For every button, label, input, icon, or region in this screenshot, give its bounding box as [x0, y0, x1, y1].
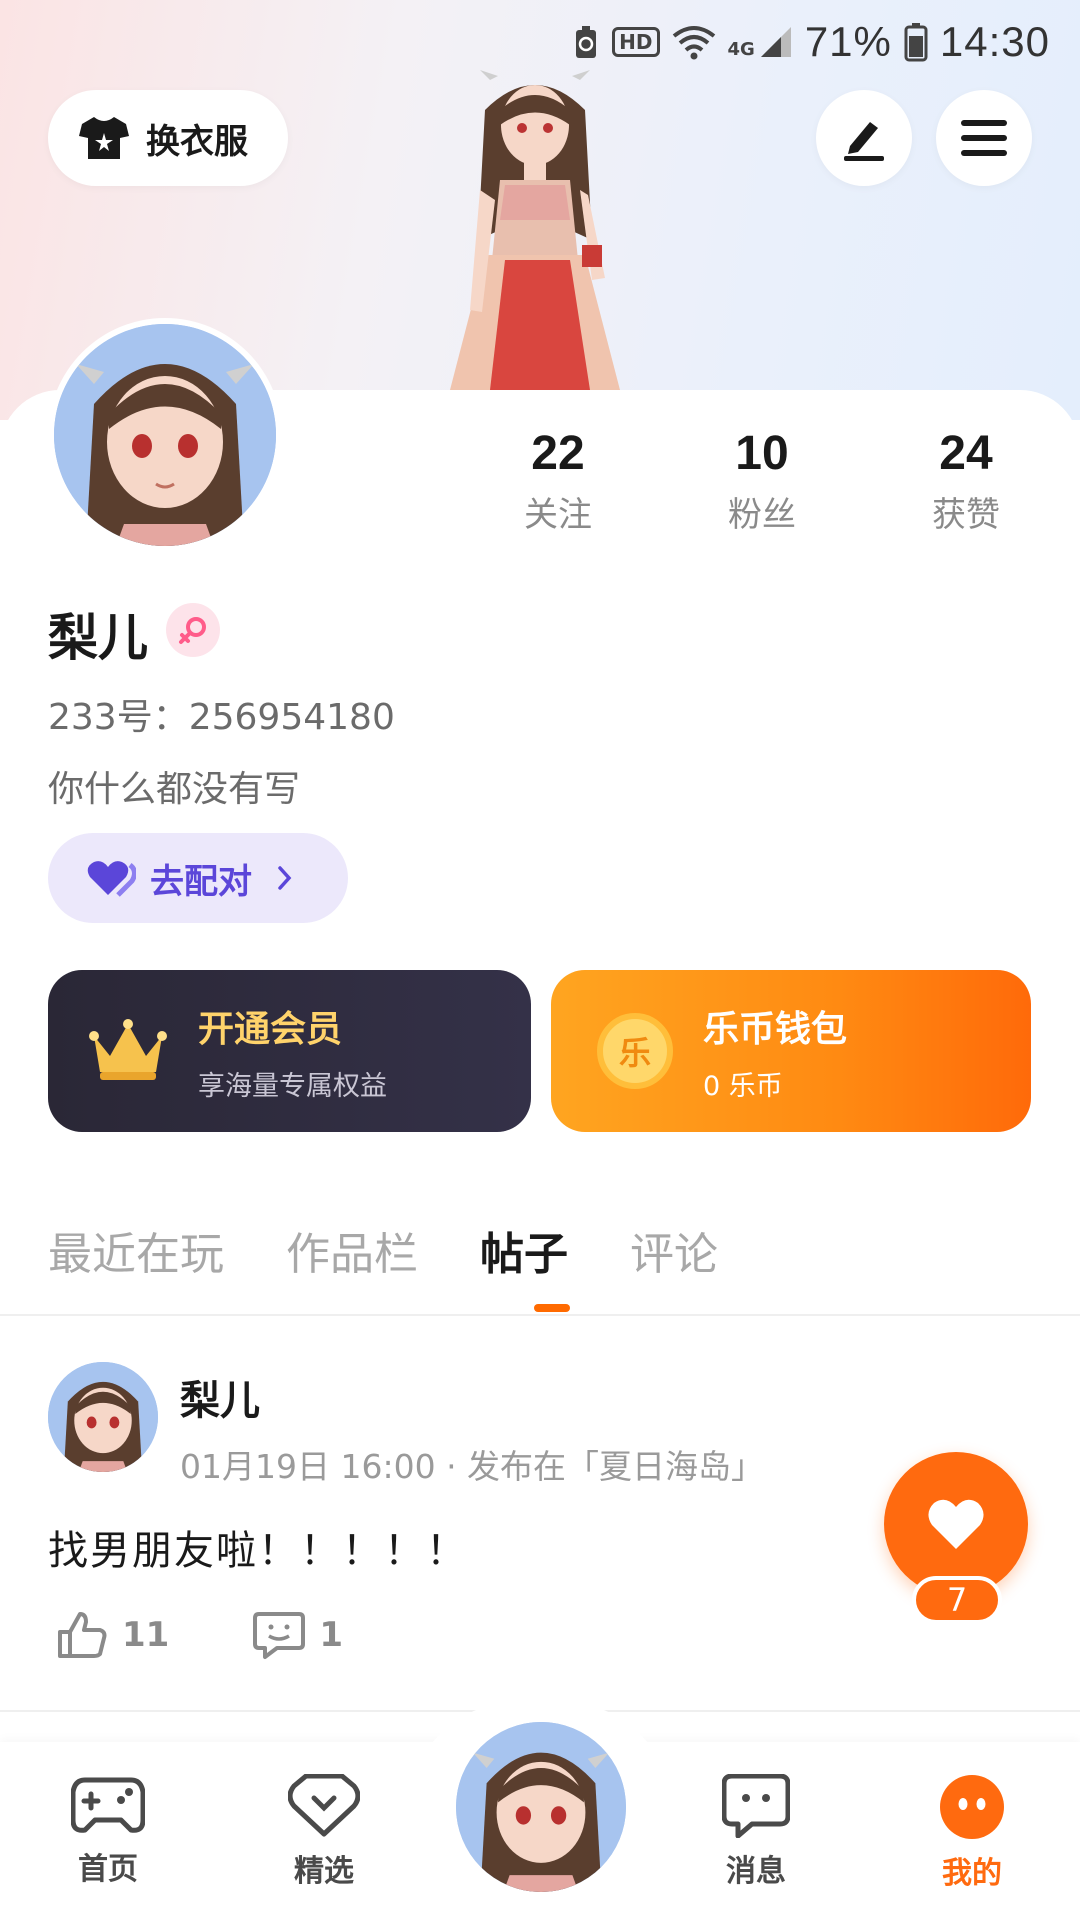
nav-avatar-center[interactable]	[456, 1722, 626, 1892]
battery-icon	[904, 23, 928, 62]
recycle-icon	[576, 26, 597, 58]
active-tab-indicator	[534, 1304, 570, 1312]
post-like-count: 11	[122, 1615, 170, 1655]
chevron-right-icon	[278, 866, 292, 890]
wallet-title: 乐币钱包	[703, 1008, 848, 1050]
nav-featured[interactable]: 精选	[254, 1774, 394, 1890]
nav-home-label: 首页	[78, 1852, 138, 1887]
wallet-card[interactable]: 乐 乐币钱包 0 乐币	[551, 970, 1031, 1132]
wardrobe-button[interactable]: 换衣服	[48, 90, 288, 186]
coin-icon: 乐	[597, 1013, 673, 1089]
nav-home[interactable]: 首页	[38, 1774, 178, 1888]
vip-title: 开通会员	[198, 1008, 343, 1050]
heart-pair-icon	[87, 861, 136, 897]
followers-label: 粉丝	[728, 495, 796, 535]
nav-me-label: 我的	[942, 1856, 1002, 1891]
following-count: 22	[531, 427, 585, 480]
following-stat[interactable]: 22 关注	[478, 426, 638, 536]
me-icon	[940, 1775, 1004, 1839]
likes-label: 获赞	[932, 495, 1000, 535]
post-meta: 01月19日 16:00 · 发布在「夏日海岛」	[180, 1447, 765, 1486]
vip-membership-card[interactable]: 开通会员 享海量专属权益	[48, 970, 531, 1132]
wardrobe-label: 换衣服	[146, 121, 248, 162]
pen-icon	[844, 122, 884, 161]
post-comment-button[interactable]: 1	[253, 1610, 343, 1660]
avatar-character	[450, 70, 620, 390]
followers-count: 10	[735, 427, 789, 480]
heart-chat-icon	[288, 1774, 360, 1837]
network-indicator: 4G	[728, 25, 793, 59]
profile-avatar-image	[54, 324, 276, 546]
message-icon	[722, 1774, 790, 1838]
thumbs-up-icon	[58, 1612, 107, 1658]
post-like-button[interactable]: 11	[56, 1610, 169, 1660]
floating-like-count: 7	[912, 1576, 1002, 1624]
likes-count: 24	[939, 427, 993, 480]
nav-messages[interactable]: 消息	[686, 1774, 826, 1890]
tshirt-icon	[79, 117, 129, 159]
tabs-divider	[0, 1314, 1080, 1316]
post-author-avatar[interactable]	[48, 1362, 158, 1472]
match-label: 去配对	[150, 861, 252, 902]
clock: 14:30	[939, 18, 1050, 65]
profile-tabs: 最近在玩 作品栏 帖子 评论	[48, 1218, 718, 1282]
tab-works[interactable]: 作品栏	[286, 1218, 418, 1282]
wifi-icon	[672, 26, 715, 60]
heart-icon	[928, 1499, 984, 1549]
wallet-balance: 0 乐币	[703, 1070, 783, 1102]
match-button[interactable]: 去配对	[48, 833, 348, 923]
nav-featured-label: 精选	[294, 1854, 354, 1889]
user-id: 233号：256954180	[48, 697, 395, 738]
comment-icon	[253, 1612, 306, 1659]
hd-badge: HD	[612, 27, 660, 57]
edit-profile-button[interactable]	[816, 90, 912, 186]
profile-avatar[interactable]	[48, 318, 282, 552]
likes-stat[interactable]: 24 获赞	[886, 426, 1046, 536]
tab-posts[interactable]: 帖子	[480, 1218, 568, 1282]
gamepad-icon	[71, 1777, 145, 1833]
battery-percent: 71%	[804, 18, 892, 65]
menu-button[interactable]	[936, 90, 1032, 186]
following-label: 关注	[524, 495, 592, 535]
tab-comments[interactable]: 评论	[630, 1218, 718, 1282]
nav-messages-label: 消息	[726, 1854, 786, 1889]
post-content[interactable]: 找男朋友啦！！！！！	[48, 1518, 468, 1576]
hamburger-menu-icon	[961, 120, 1007, 156]
nav-me[interactable]: 我的	[902, 1774, 1042, 1892]
vip-subtitle: 享海量专属权益	[198, 1070, 387, 1102]
crown-icon	[89, 1019, 167, 1080]
followers-stat[interactable]: 10 粉丝	[682, 426, 842, 536]
username: 梨儿	[48, 609, 148, 667]
signal-icon	[760, 27, 791, 57]
user-bio: 你什么都没有写	[48, 769, 301, 810]
tab-recently-played[interactable]: 最近在玩	[48, 1218, 224, 1282]
profile-card	[0, 390, 1080, 1920]
female-icon	[166, 603, 220, 657]
post-author-name[interactable]: 梨儿	[180, 1368, 260, 1426]
floating-like-button[interactable]	[884, 1452, 1028, 1596]
status-bar: HD 4G 71% 14:30	[572, 14, 1050, 70]
post-actions: 11 1	[56, 1610, 343, 1660]
post-comment-count: 1	[319, 1615, 343, 1655]
